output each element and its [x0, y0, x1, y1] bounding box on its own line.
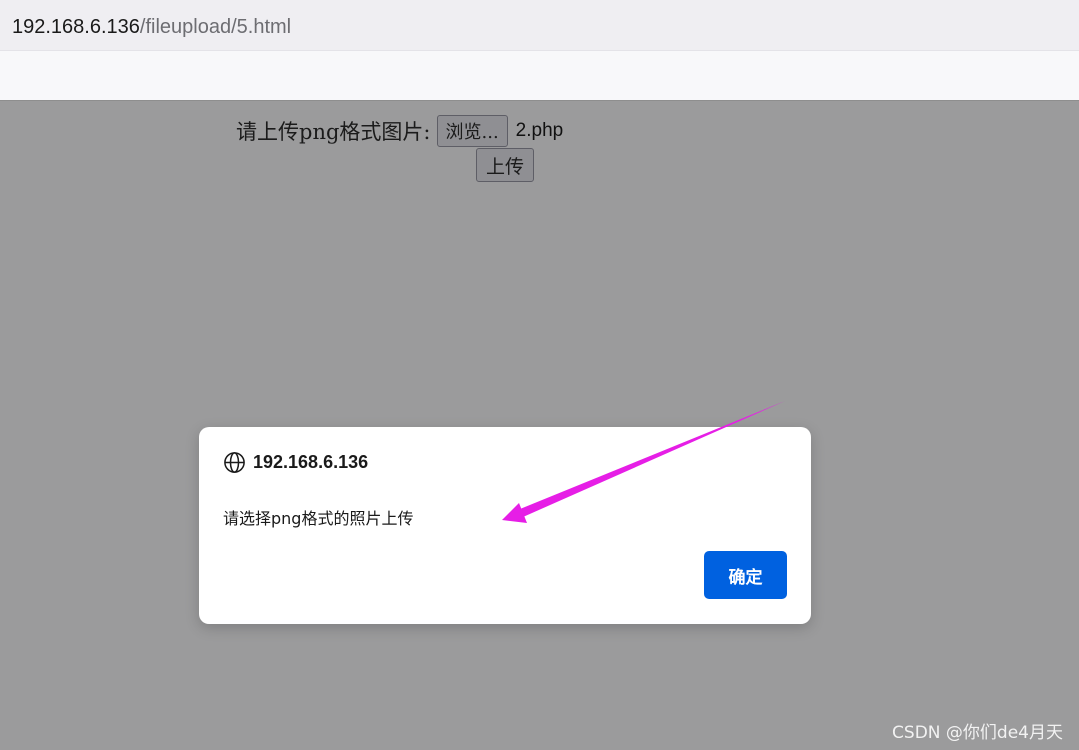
- browser-toolbar: [0, 51, 1079, 101]
- alert-dialog: 192.168.6.136 请选择png格式的照片上传 确定: [199, 427, 811, 624]
- upload-label: 请上传png格式图片:: [236, 120, 431, 144]
- upload-form: 请上传png格式图片: 浏览... 2.php: [236, 114, 563, 148]
- browse-button[interactable]: 浏览...: [436, 115, 508, 147]
- annotation-arrow: [502, 401, 785, 523]
- selected-file-name: 2.php: [515, 120, 564, 141]
- dialog-header: 192.168.6.136: [223, 451, 368, 474]
- watermark-text: CSDN @你们de4月天: [892, 723, 1063, 743]
- url-host: 192.168.6.136: [12, 16, 140, 38]
- upload-submit-button[interactable]: 上传: [476, 148, 534, 182]
- address-bar[interactable]: 192.168.6.136/fileupload/5.html: [0, 0, 1079, 51]
- dialog-message: 请选择png格式的照片上传: [223, 509, 414, 528]
- ok-button[interactable]: 确定: [704, 551, 787, 599]
- globe-icon: [224, 452, 245, 473]
- url-text[interactable]: 192.168.6.136/fileupload/5.html: [12, 14, 291, 40]
- url-path: /fileupload/5.html: [139, 16, 292, 38]
- dialog-origin: 192.168.6.136: [253, 452, 369, 472]
